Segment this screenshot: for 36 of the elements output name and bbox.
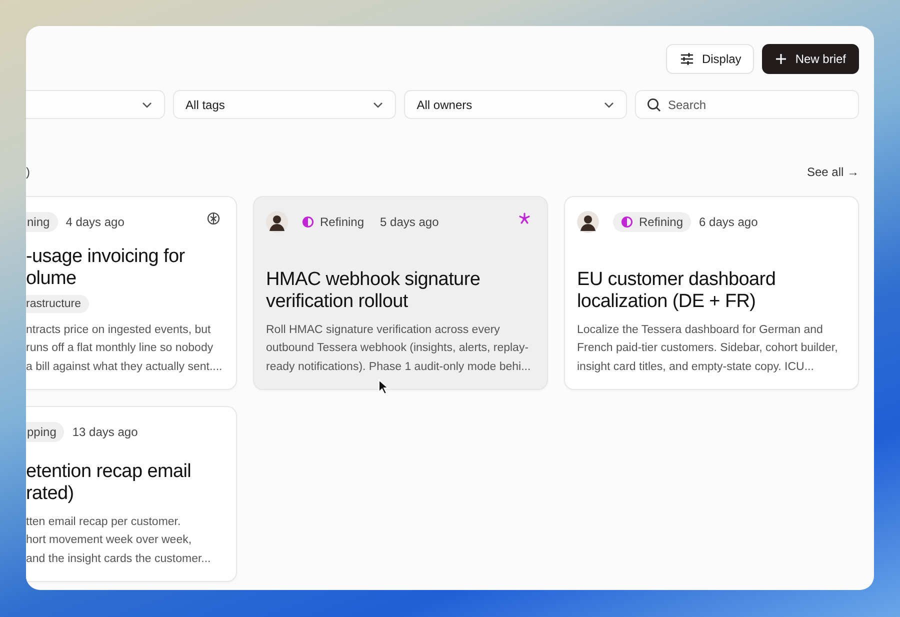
plus-icon — [775, 53, 788, 65]
card-title: EU customer dashboard localization (DE + FR) — [577, 268, 777, 312]
sliders-icon — [680, 52, 694, 66]
card-description: tten email recap per customer. hort movement week over week, and the insight cards the customer... — [26, 514, 212, 566]
time-label: 5 days ago — [380, 215, 439, 229]
tag-chip: rastructure — [26, 294, 89, 312]
card-description: Roll HMAC signature verification across every outbound Tessera webhook (insights, alerts, replay- ready notifications). Phase 1 audit-only mode behi... — [266, 322, 532, 374]
status-label: Refining — [639, 215, 684, 229]
filter-dropdown[interactable]: All tags — [172, 90, 396, 119]
brief-card[interactable] — [564, 196, 859, 390]
card-title: -usage invoicing for olume — [26, 246, 186, 290]
brief-card[interactable]: pping 13 days ago etention recap email rated) tten email recap per customer. hort movement week over week, and the insight cards the customer... — [26, 406, 237, 582]
time-label: 6 days ago — [699, 215, 758, 229]
section-heading: ) — [26, 165, 30, 179]
brief-card[interactable]: ning 4 days ago -usage invoicing for olume rastructure ntracts price on ingested events, but runs off a flat monthly line so nobody a bill against what they actually sent.... — [26, 196, 237, 390]
filter-dropdown[interactable]: All owners — [404, 90, 627, 119]
brief-card[interactable] — [253, 196, 548, 390]
card-description: Localize the Tessera dashboard for German and French paid-tier customers. Sidebar, cohort builder, insight card titles, and empty-state copy. ICU... — [577, 322, 839, 374]
card-title: etention recap email rated) — [26, 460, 192, 504]
status-label: pping — [27, 425, 56, 439]
chevron-down-icon — [372, 102, 383, 108]
card-description: ntracts price on ingested events, but runs off a flat monthly line so nobody a bill against what they actually sent.... — [26, 322, 224, 374]
time-label: 4 days ago — [66, 215, 124, 229]
chevron-down-icon — [142, 102, 152, 108]
time-label: 13 days ago — [72, 425, 138, 439]
asterisk-icon — [518, 212, 531, 225]
pointer-cursor-icon — [378, 379, 389, 395]
new-brief-button[interactable]: New brief — [762, 44, 859, 74]
status-label: Refining — [320, 215, 364, 229]
search-icon — [646, 98, 661, 112]
see-all-link[interactable]: See all → — [806, 165, 859, 179]
search-field[interactable]: Search — [634, 90, 859, 119]
status-label: ning — [27, 215, 50, 229]
display-button[interactable]: Display — [666, 44, 754, 74]
card-title: HMAC webhook signature verification rollout — [266, 268, 482, 312]
chevron-down-icon — [604, 102, 614, 108]
